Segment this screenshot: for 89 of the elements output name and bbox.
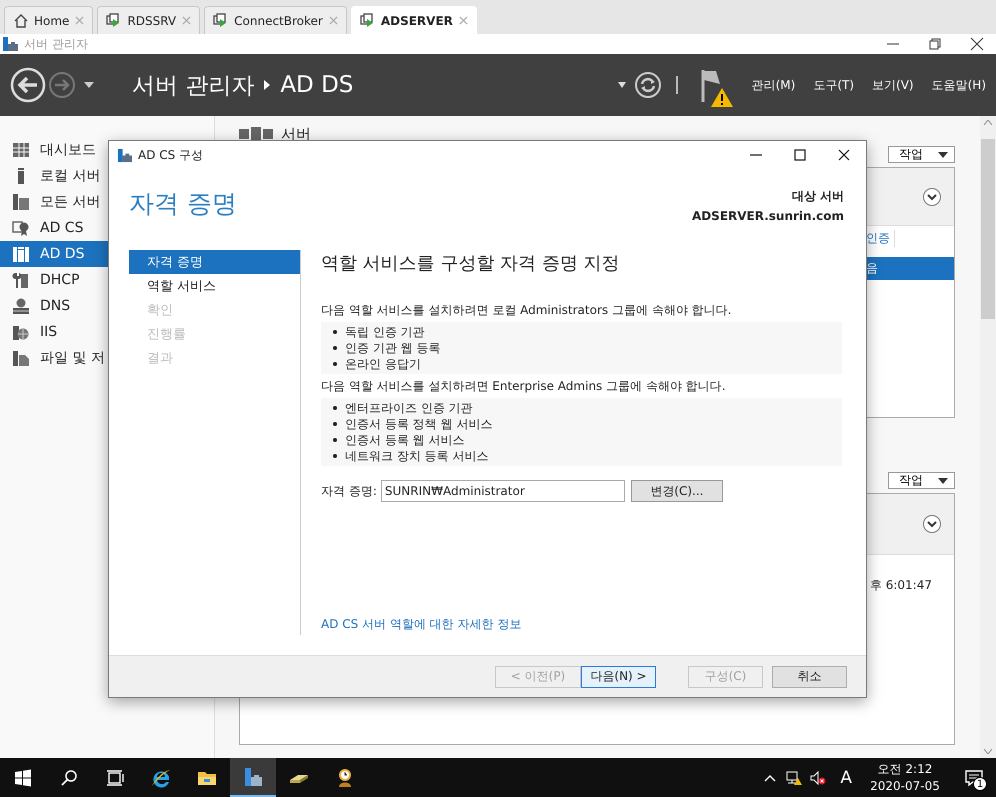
wrench-server-icon (12, 271, 30, 289)
maximize-icon[interactable] (794, 149, 806, 161)
menu-item[interactable]: 보기(V) (872, 76, 914, 94)
breadcrumb-current: AD DS (280, 72, 354, 98)
menu-item[interactable]: 관리(M) (752, 76, 796, 94)
target-label: 대상 서버 (792, 188, 844, 205)
wizard-step: 확인 (129, 298, 300, 322)
server-manager-icon (117, 148, 132, 162)
wizard-step[interactable]: 자격 증명 (129, 250, 300, 274)
servers-icon (239, 127, 273, 141)
bullet-icon (333, 422, 337, 426)
expand-icon[interactable] (922, 186, 942, 206)
flag-warning-icon[interactable] (700, 68, 734, 108)
scrollbar-thumb[interactable] (981, 139, 995, 319)
dropdown-icon (938, 478, 948, 484)
list-item: 인증 기관 웹 등록 (345, 340, 440, 356)
menu-item[interactable]: 도구(T) (813, 76, 854, 94)
info-text: 다음 역할 서비스를 설치하려면 Enterprise Admins 그룹에 속해야 합니다. (321, 378, 727, 395)
wizard-step[interactable]: 역할 서비스 (129, 274, 300, 298)
refresh-icon[interactable] (634, 71, 662, 99)
bullet-icon (333, 362, 337, 366)
scroll-up-icon[interactable] (984, 120, 992, 125)
certificate-icon (12, 219, 30, 237)
bullet-icon (333, 346, 337, 350)
volume-muted-icon[interactable] (810, 770, 826, 786)
sidebar-item[interactable]: 로컬 서버 (0, 163, 214, 189)
target-server: ADSERVER.sunrin.com (692, 209, 844, 223)
scroll-down-icon[interactable] (984, 749, 992, 754)
dropdown-icon[interactable] (618, 82, 626, 88)
network-warning-icon[interactable] (786, 770, 802, 786)
menu-item[interactable]: 도움말(H) (932, 76, 986, 94)
dropdown-icon[interactable] (84, 81, 94, 89)
notification-badge: 1 (973, 777, 987, 791)
server-manager-icon[interactable] (242, 766, 264, 788)
network-globe-icon (12, 297, 30, 315)
dialog-button: < 이전(P) (495, 666, 581, 688)
remote-desktop-icon (106, 13, 122, 28)
browser-tab[interactable]: ADSERVER (350, 6, 477, 34)
list-item: 인증서 등록 정책 웹 서비스 (345, 416, 492, 432)
wizard-step: 결과 (129, 346, 300, 370)
section-title: 서버 (281, 124, 311, 144)
dialog-title: AD CS 구성 (138, 146, 204, 164)
section-heading: 역할 서비스를 구성할 자격 증명 지정 (321, 252, 621, 275)
clock-time[interactable]: 오전 2:12 (878, 760, 932, 778)
dropdown-icon (938, 152, 948, 158)
change-button[interactable]: 변경(C)... (630, 480, 723, 502)
close-icon[interactable] (970, 37, 984, 51)
restore-icon[interactable] (928, 37, 942, 51)
clock-date[interactable]: 2020-07-05 (870, 778, 940, 794)
web-server-icon (12, 323, 30, 341)
tasks-dropdown[interactable]: 작업 (888, 472, 955, 489)
input-indicator[interactable]: A (840, 768, 852, 788)
bullet-icon (333, 406, 337, 410)
browser-tab[interactable]: Home (4, 6, 94, 34)
windows-icon[interactable] (12, 766, 34, 788)
list-item: 네트워크 장치 등록 서비스 (345, 448, 488, 464)
dialog-button[interactable]: 다음(N) > (581, 666, 656, 688)
info-text: 다음 역할 서비스를 설치하려면 로컬 Administrators 그룹에 속해야 합니다. (321, 302, 732, 319)
list-item: 인증서 등록 웹 서비스 (345, 432, 464, 448)
window-title: 서버 관리자 (24, 36, 88, 52)
directory-icon (12, 245, 30, 263)
dialog-button: 구성(C) (688, 666, 763, 688)
breadcrumb-link[interactable]: 서버 관리자 (132, 70, 254, 100)
list-item: 엔터프라이즈 인증 기관 (345, 400, 473, 416)
servers-icon (12, 193, 30, 211)
chevron-icon (264, 80, 270, 90)
credential-field[interactable]: SUNRIN₩Administrator (380, 480, 625, 502)
house-icon (13, 13, 28, 28)
wizard-step: 진행률 (129, 322, 300, 346)
dashboard-icon (12, 141, 30, 159)
browser-tab[interactable]: RDSSRV (97, 6, 200, 34)
bullet-icon (333, 454, 337, 458)
expand-icon[interactable] (922, 514, 942, 534)
server-manager-icon (2, 36, 18, 52)
back-icon[interactable] (10, 67, 46, 103)
tasks-dropdown[interactable]: 작업 (888, 146, 955, 163)
browser-tab[interactable]: ConnectBroker (204, 6, 347, 34)
dialog-button[interactable]: 취소 (772, 666, 847, 688)
notifications-icon[interactable] (965, 768, 983, 786)
close-icon[interactable] (838, 149, 850, 161)
field-label: 자격 증명: (321, 482, 377, 500)
list-item: 온라인 응답기 (345, 356, 421, 372)
list-item: 독립 인증 기관 (345, 324, 425, 340)
bullet-icon (333, 330, 337, 334)
bullet-icon (333, 438, 337, 442)
remote-desktop-icon (213, 13, 228, 28)
remote-desktop-icon (360, 13, 375, 28)
file-server-icon (12, 349, 30, 367)
help-link[interactable]: AD CS 서버 역할에 대한 자세한 정보 (321, 616, 842, 633)
